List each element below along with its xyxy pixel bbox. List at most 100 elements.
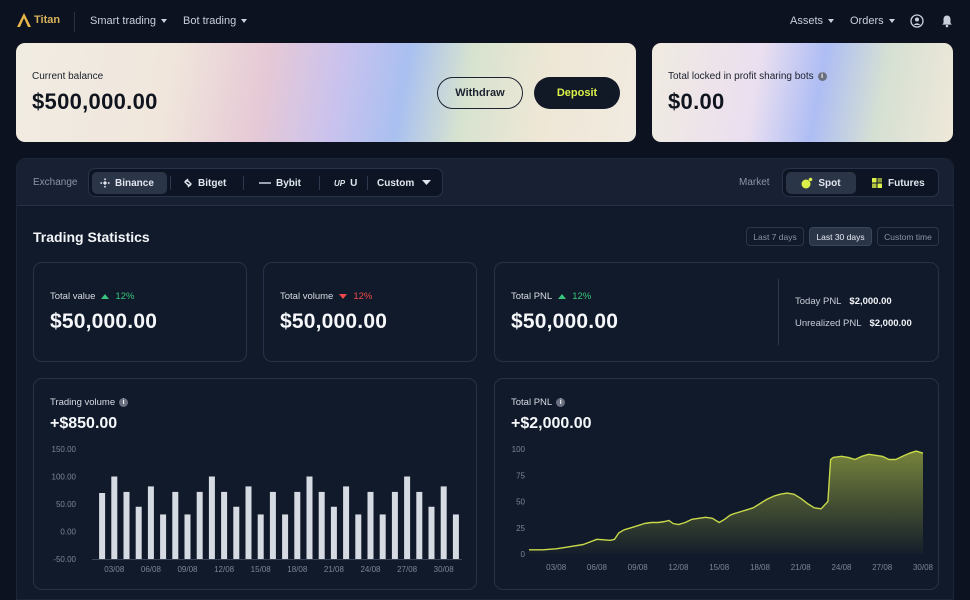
- range-last-30-days[interactable]: Last 30 days: [809, 227, 872, 246]
- stat-label: Total volume: [280, 291, 334, 302]
- exchange-bybit[interactable]: Bybit: [251, 172, 309, 194]
- stat-label-row: Total volume 12%: [280, 291, 372, 302]
- exchange-binance[interactable]: Binance: [92, 172, 167, 194]
- divider: [74, 12, 75, 32]
- upbit-icon: UP: [334, 178, 346, 188]
- deposit-button[interactable]: Deposit: [534, 77, 620, 109]
- nav-assets[interactable]: Assets: [790, 15, 835, 27]
- stat-label: Total PNL: [511, 291, 553, 302]
- volume-bar: [391, 491, 398, 559]
- user-icon[interactable]: [910, 14, 924, 28]
- main-panel: Exchange Binance Bitget Bybit UP U Custo…: [16, 158, 954, 600]
- locked-card: Total locked in profit sharing bots i $0.…: [652, 43, 953, 142]
- x-tick-label: 03/08: [546, 563, 567, 572]
- balance-value: $500,000.00: [32, 89, 158, 114]
- volume-bar: [184, 514, 191, 559]
- volume-bar: [99, 493, 106, 559]
- locked-label: Total locked in profit sharing bots: [668, 71, 814, 82]
- x-tick-label: 30/08: [913, 563, 934, 572]
- volume-bar: [416, 491, 423, 559]
- market-label: Market: [739, 177, 770, 188]
- nav-orders-label: Orders: [850, 15, 884, 27]
- volume-bar: [440, 486, 447, 559]
- y-tick-label: 100: [512, 445, 526, 454]
- withdraw-button[interactable]: Withdraw: [437, 77, 523, 109]
- bitget-icon: [184, 178, 192, 188]
- market-selector: Spot Futures: [782, 168, 939, 197]
- titan-logo-icon: [17, 13, 31, 27]
- unrealized-pnl-row: Unrealized PNL $2,000.00: [795, 318, 912, 329]
- y-tick-label: 50: [516, 498, 525, 507]
- x-tick-label: 12/08: [668, 563, 689, 572]
- market-spot[interactable]: Spot: [786, 172, 856, 194]
- nav-orders[interactable]: Orders: [850, 15, 895, 27]
- caret-down-icon: [422, 180, 432, 185]
- unrealized-pnl-value: $2,000.00: [869, 318, 912, 329]
- volume-bar: [404, 476, 411, 559]
- exchange-bitget[interactable]: Bitget: [175, 172, 234, 194]
- filter-bar: Exchange Binance Bitget Bybit UP U Custo…: [17, 159, 953, 206]
- binance-icon: [100, 178, 110, 188]
- exchange-selector: Binance Bitget Bybit UP U Custom: [88, 168, 443, 197]
- info-icon[interactable]: i: [817, 71, 827, 81]
- market-futures[interactable]: Futures: [863, 172, 933, 194]
- x-tick-label: 27/08: [397, 565, 418, 574]
- today-pnl-value: $2,000.00: [849, 296, 892, 307]
- range-last-7-days[interactable]: Last 7 days: [746, 227, 804, 246]
- exchange-binance-label: Binance: [115, 177, 154, 189]
- volume-bar: [330, 506, 337, 559]
- x-tick-label: 03/08: [104, 565, 125, 574]
- brand-logo[interactable]: Titan: [16, 12, 60, 28]
- x-tick-label: 27/08: [872, 563, 893, 572]
- chart-title-row: Trading volume i: [50, 397, 129, 408]
- y-tick-label: -50.00: [53, 555, 76, 564]
- x-tick-label: 09/08: [177, 565, 198, 574]
- separator: [319, 176, 320, 190]
- x-tick-label: 18/08: [287, 565, 308, 574]
- x-tick-label: 15/08: [251, 565, 272, 574]
- stat-value: $50,000.00: [50, 310, 158, 333]
- chart-value: +$850.00: [50, 415, 118, 432]
- stat-change: 12%: [572, 291, 592, 302]
- separator: [367, 176, 368, 190]
- stat-label-row: Total value 12%: [50, 291, 134, 302]
- volume-bar: [123, 491, 130, 559]
- nav-bot-trading[interactable]: Bot trading: [183, 15, 248, 27]
- bybit-icon: [259, 182, 271, 184]
- exchange-upbit[interactable]: UP U: [326, 172, 359, 194]
- y-tick-label: 75: [516, 471, 525, 480]
- separator: [243, 176, 244, 190]
- info-icon[interactable]: i: [556, 397, 566, 407]
- x-tick-label: 21/08: [791, 563, 812, 572]
- volume-bar: [428, 506, 435, 559]
- volume-bar: [257, 514, 264, 559]
- y-tick-label: 150.00: [52, 445, 77, 454]
- x-tick-label: 06/08: [587, 563, 608, 572]
- volume-bar: [282, 514, 289, 559]
- volume-bar: [172, 491, 179, 559]
- info-icon[interactable]: i: [119, 397, 129, 407]
- total-pnl-card: Total PNL i +$2,000.00 100 75 50 25 0 03/08 06/…: [494, 378, 939, 590]
- volume-bar: [233, 506, 240, 559]
- volume-bar: [318, 491, 325, 559]
- today-pnl-label: Today PNL: [795, 296, 842, 307]
- nav-assets-label: Assets: [790, 15, 824, 27]
- brand-name: Titan: [34, 14, 61, 26]
- y-tick-label: 100.00: [52, 473, 77, 482]
- today-pnl-row: Today PNL $2,000.00: [795, 296, 892, 307]
- volume-bar: [452, 514, 459, 559]
- chart-title-row: Total PNL i: [511, 397, 566, 408]
- stat-change: 12%: [353, 291, 373, 302]
- chevron-down-icon: [161, 19, 168, 23]
- range-custom-time[interactable]: Custom time: [877, 227, 939, 246]
- stat-label: Total value: [50, 291, 96, 302]
- volume-bar: [111, 476, 118, 559]
- exchange-bybit-label: Bybit: [276, 177, 301, 189]
- arrow-up-icon: [558, 294, 567, 299]
- bell-icon[interactable]: [940, 14, 954, 28]
- x-tick-label: 24/08: [360, 565, 381, 574]
- exchange-label: Exchange: [33, 177, 78, 188]
- exchange-custom-dropdown[interactable]: Custom: [369, 172, 439, 194]
- stat-total-volume: Total volume 12% $50,000.00: [263, 262, 477, 362]
- nav-smart-trading[interactable]: Smart trading: [90, 15, 168, 27]
